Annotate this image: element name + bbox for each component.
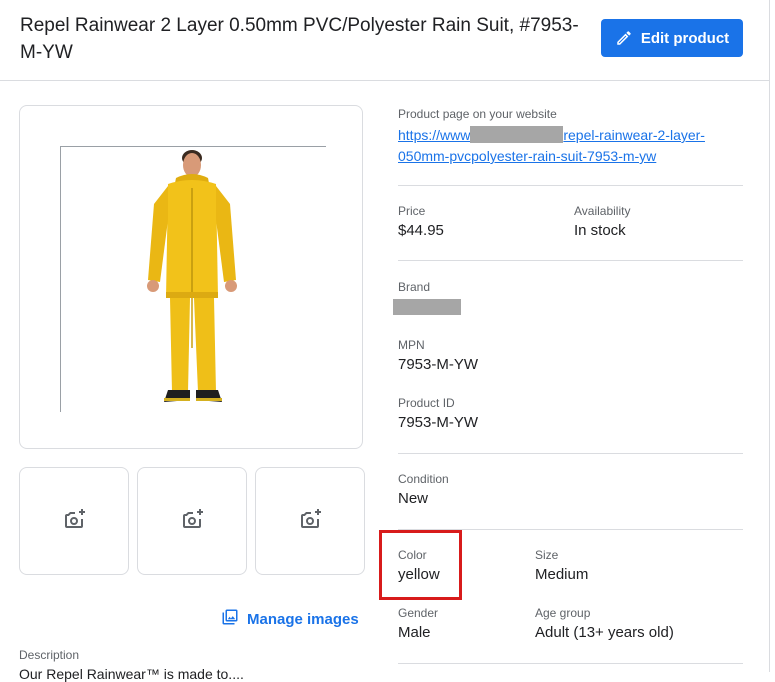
divider	[398, 453, 743, 454]
age-group-label: Age group	[535, 606, 591, 620]
size-label: Size	[535, 548, 559, 562]
brand-label: Brand	[398, 280, 431, 294]
description-text: Our Repel Rainwear™ is made to....	[19, 666, 244, 682]
photo-library-icon	[221, 608, 239, 630]
price-value: $44.95	[398, 222, 444, 239]
divider	[398, 185, 743, 186]
availability-label: Availability	[574, 204, 631, 218]
rain-suit-photo	[147, 150, 237, 402]
redacted-brand-value	[393, 299, 461, 315]
description-label: Description	[19, 648, 80, 662]
product-page-label: Product page on your website	[398, 107, 557, 121]
page-header: Repel Rainwear 2 Layer 0.50mm PVC/Polyes…	[0, 0, 769, 81]
add-image-slot-3[interactable]	[255, 467, 365, 575]
add-photo-icon	[298, 507, 322, 536]
price-label: Price	[398, 204, 426, 218]
product-title: Repel Rainwear 2 Layer 0.50mm PVC/Polyes…	[20, 15, 579, 63]
availability-value: In stock	[574, 222, 626, 239]
product-page-link[interactable]: https://www repel-rainwear-2-layer-050mm-…	[398, 125, 743, 167]
add-photo-icon	[180, 507, 204, 536]
condition-label: Condition	[398, 472, 449, 486]
product-page-url-start: https://www	[398, 127, 471, 143]
add-image-slot-1[interactable]	[19, 467, 129, 575]
divider	[398, 260, 743, 261]
gender-value: Male	[398, 624, 431, 641]
color-highlight-box	[379, 530, 462, 600]
manage-images-label: Manage images	[247, 610, 359, 628]
panel-edge	[769, 0, 770, 672]
mpn-value: 7953-M-YW	[398, 356, 479, 373]
add-photo-icon	[62, 507, 86, 536]
condition-value: New	[398, 490, 429, 507]
size-value: Medium	[535, 566, 589, 583]
divider	[398, 663, 743, 664]
product-id-label: Product ID	[398, 396, 455, 410]
gender-label: Gender	[398, 606, 439, 620]
redacted-domain	[470, 126, 564, 143]
edit-product-button[interactable]: Edit product	[601, 19, 743, 57]
manage-images-link[interactable]: Manage images	[221, 608, 359, 630]
product-id-value: 7953-M-YW	[398, 414, 479, 431]
age-group-value: Adult (13+ years old)	[535, 624, 674, 641]
pencil-icon	[615, 29, 633, 47]
mpn-label: MPN	[398, 338, 425, 352]
add-image-slot-2[interactable]	[137, 467, 247, 575]
main-product-image[interactable]	[19, 105, 363, 449]
edit-product-label: Edit product	[640, 29, 730, 47]
